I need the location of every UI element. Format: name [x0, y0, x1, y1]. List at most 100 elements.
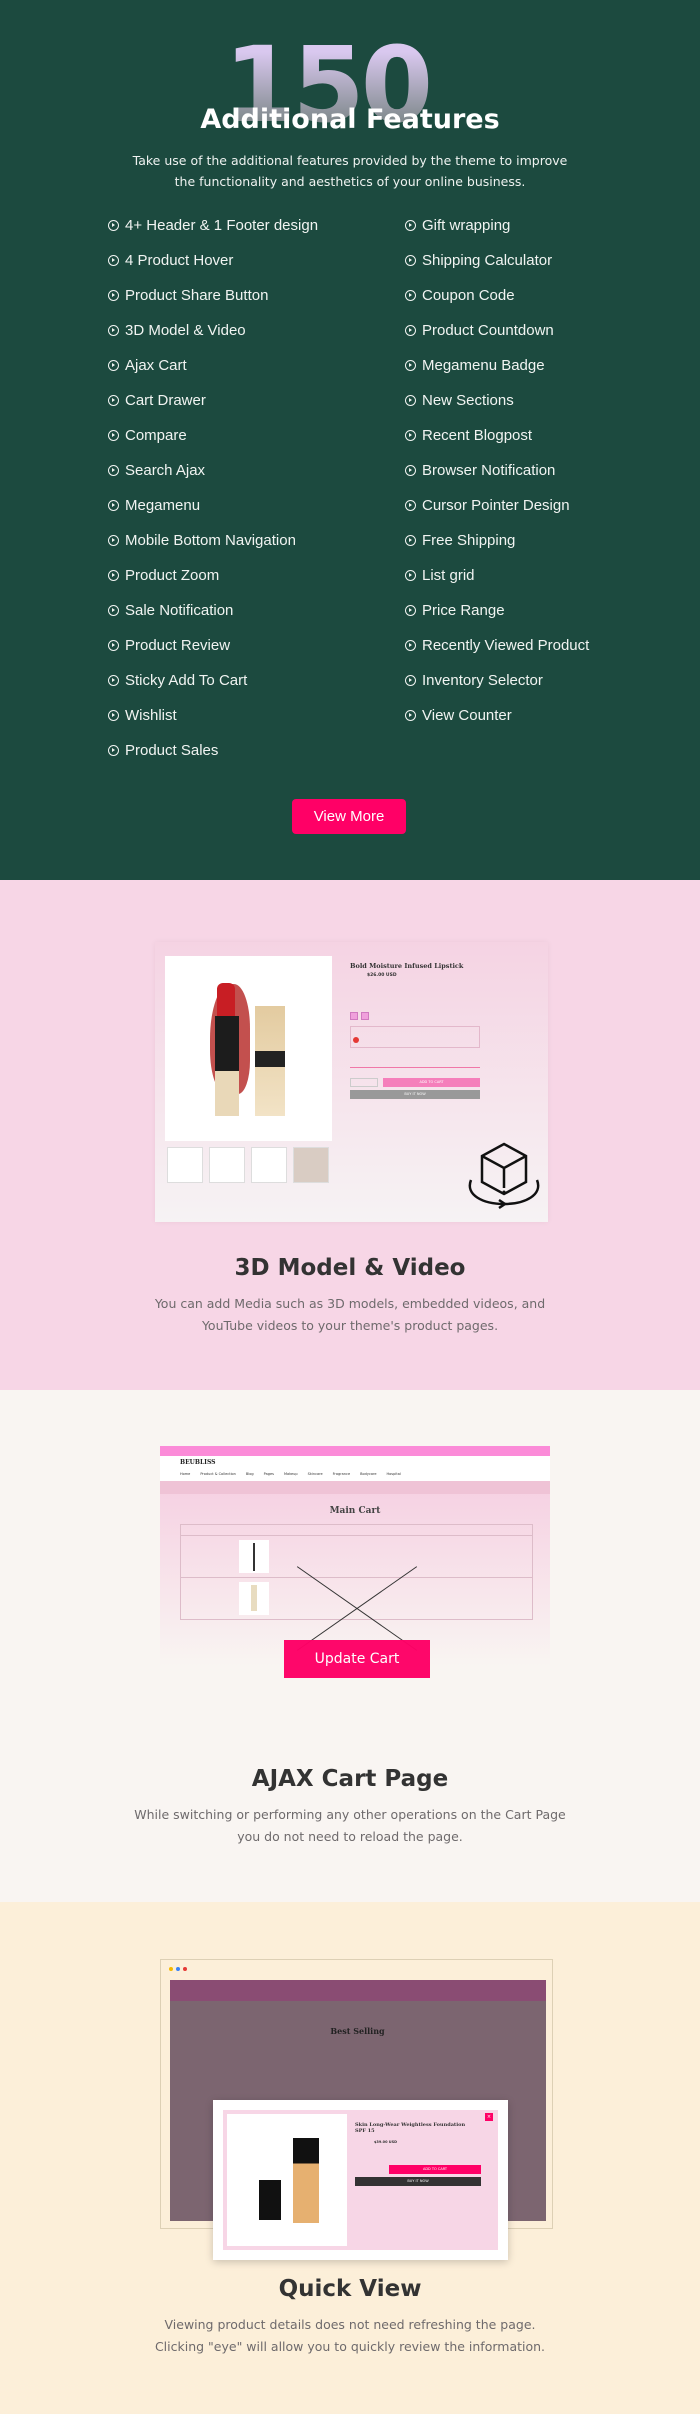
arrow-circle-icon [108, 220, 119, 231]
main-nav: Home Product & Collection Blog Pages Makeup S… [180, 1472, 401, 1476]
product-price: $26.00 USD [367, 973, 397, 978]
feature-item: Coupon Code [405, 287, 515, 304]
arrow-circle-icon [405, 325, 416, 336]
store-logo: BEUBLISS [180, 1459, 216, 1466]
arrow-circle-icon [405, 430, 416, 441]
arrow-circle-icon [405, 605, 416, 616]
product-price: $39.00 USD [374, 2140, 397, 2144]
nav-item[interactable]: Bodycare [360, 1472, 376, 1476]
arrow-circle-icon [405, 675, 416, 686]
feature-item: Inventory Selector [405, 672, 543, 689]
arrow-circle-icon [108, 675, 119, 686]
section-description: Take use of the additional features prov… [132, 153, 568, 189]
feature-item: Megamenu [108, 497, 200, 514]
feature-label: Price Range [422, 602, 505, 619]
arrow-circle-icon [108, 745, 119, 756]
feature-item: 3D Model & Video [108, 322, 246, 339]
arrow-circle-icon [108, 500, 119, 511]
arrow-circle-icon [405, 360, 416, 371]
nav-item[interactable]: Hospital [387, 1472, 401, 1476]
feature-label: Product Sales [125, 742, 219, 759]
feature-label: Wishlist [125, 707, 177, 724]
feature-label: Cart Drawer [125, 392, 206, 409]
best-selling-heading: Best Selling [330, 2026, 385, 2036]
feature-item: Search Ajax [108, 462, 205, 479]
feature-label: 4 Product Hover [125, 252, 234, 269]
nav-item[interactable]: Pages [264, 1472, 274, 1476]
product-title: Bold Moisture Infused Lipstick [350, 962, 464, 970]
thumbnail[interactable] [167, 1147, 203, 1183]
thumbnail[interactable] [251, 1147, 287, 1183]
feature-label: Product Countdown [422, 322, 554, 339]
feature-item: 4 Product Hover [108, 252, 233, 269]
arrow-circle-icon [108, 290, 119, 301]
arrow-circle-icon [108, 640, 119, 651]
arrow-circle-icon [108, 710, 119, 721]
feature-label: Sticky Add To Cart [125, 672, 248, 689]
buy-now-button[interactable]: BUY IT NOW [355, 2177, 481, 2186]
add-to-cart-button[interactable]: ADD TO CART [389, 2165, 481, 2174]
cart-table [180, 1524, 533, 1620]
feature-label: 3D Model & Video [125, 322, 246, 339]
feature-item: Ajax Cart [108, 357, 187, 374]
update-cart-button[interactable]: Update Cart [284, 1640, 430, 1678]
buy-now-button[interactable]: BUY IT NOW [350, 1090, 480, 1099]
cart-heading: Main Cart [329, 1506, 381, 1516]
arrow-circle-icon [108, 430, 119, 441]
product-title: Skin Long-Wear Weightless Foundation SPF… [355, 2122, 466, 2134]
cart-page-preview: BEUBLISS Home Product & Collection Blog Pag… [160, 1446, 550, 1678]
feature-item: Megamenu Badge [405, 357, 545, 374]
arrow-circle-icon [405, 710, 416, 721]
feature-label: Compare [125, 427, 187, 444]
nav-item[interactable]: Makeup [284, 1472, 298, 1476]
feature-label: Mobile Bottom Navigation [125, 532, 296, 549]
arrow-circle-icon [108, 395, 119, 406]
section-title: 3D Model & Video [234, 1255, 466, 1281]
arrow-circle-icon [405, 290, 416, 301]
feature-item: Product Sales [108, 742, 218, 759]
arrow-circle-icon [108, 465, 119, 476]
feature-label: List grid [422, 567, 475, 584]
nav-item[interactable]: Skincare [308, 1472, 323, 1476]
arrow-circle-icon [108, 360, 119, 371]
feature-label: Browser Notification [422, 462, 556, 479]
close-icon[interactable]: × [485, 2113, 493, 2121]
feature-item: Recent Blogpost [405, 427, 532, 444]
arrow-circle-icon [108, 325, 119, 336]
feature-item: Sticky Add To Cart [108, 672, 247, 689]
quick-view-modal: Skin Long-Wear Weightless Foundation SPF… [213, 2100, 508, 2260]
feature-label: Recent Blogpost [422, 427, 533, 444]
feature-item: Product Countdown [405, 322, 554, 339]
view-more-button[interactable]: View More [292, 799, 406, 834]
feature-item: Free Shipping [405, 532, 515, 549]
add-to-cart-button[interactable]: ADD TO CART [383, 1078, 480, 1087]
arrow-circle-icon [405, 535, 416, 546]
thumbnail[interactable] [293, 1147, 329, 1183]
arrow-circle-icon [405, 220, 416, 231]
feature-label: Search Ajax [125, 462, 206, 479]
feature-label: Product Share Button [125, 287, 269, 304]
arrow-circle-icon [405, 500, 416, 511]
section-description: While switching or performing any other … [134, 1807, 566, 1844]
feature-item: New Sections [405, 392, 514, 409]
feature-label: Sale Notification [125, 602, 234, 619]
feature-label: Ajax Cart [125, 357, 187, 374]
arrow-circle-icon [405, 570, 416, 581]
nav-item[interactable]: Blog [246, 1472, 254, 1476]
feature-label: Coupon Code [422, 287, 515, 304]
section-title: Additional Features [200, 104, 500, 135]
arrow-circle-icon [405, 395, 416, 406]
quick-view-preview: Best Selling Skin Long-Wear Weightless F… [160, 1959, 553, 2260]
arrow-circle-icon [108, 570, 119, 581]
quick-view-section: Best Selling Skin Long-Wear Weightless F… [0, 1902, 700, 2414]
feature-item: Compare [108, 427, 187, 444]
feature-label: Gift wrapping [422, 217, 511, 234]
feature-label: Cursor Pointer Design [422, 497, 570, 514]
thumbnail[interactable] [209, 1147, 245, 1183]
nav-item[interactable]: Fragrance [333, 1472, 350, 1476]
model-video-section: Bold Moisture Infused Lipstick $26.00 US… [0, 880, 700, 1390]
section-description: You can add Media such as 3D models, emb… [154, 1296, 546, 1333]
nav-item[interactable]: Product & Collection [200, 1472, 236, 1476]
nav-item[interactable]: Home [180, 1472, 190, 1476]
arrow-circle-icon [108, 535, 119, 546]
